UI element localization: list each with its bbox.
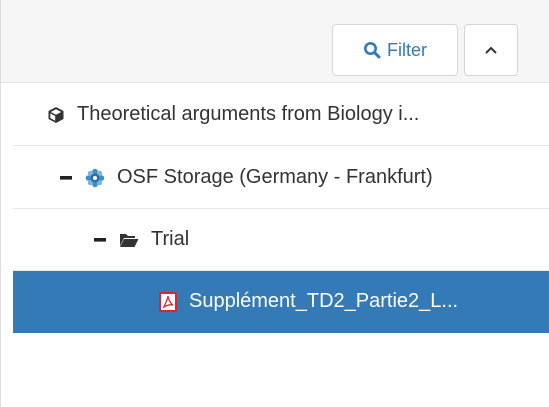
- collapse-storage-toggle[interactable]: [59, 175, 73, 180]
- tree-row-file[interactable]: Supplément_TD2_Partie2_L...: [13, 271, 549, 333]
- tree-row-folder[interactable]: Trial: [13, 209, 549, 271]
- filter-button-label: Filter: [387, 39, 427, 60]
- folder-label: Trial: [151, 228, 190, 250]
- storage-label: OSF Storage (Germany - Frankfurt): [117, 166, 433, 188]
- folder-open-icon: [119, 232, 139, 248]
- file-label: Supplément_TD2_Partie2_L...: [189, 290, 459, 312]
- collapse-folder-toggle[interactable]: [93, 237, 107, 242]
- search-icon: [363, 41, 381, 59]
- file-tree-panel: Filter Theoretical arguments from Biolog…: [0, 0, 549, 407]
- tree-row-project[interactable]: Theoretical arguments from Biology i...: [13, 84, 549, 146]
- collapse-button[interactable]: [464, 24, 518, 76]
- storage-gear-icon: [85, 168, 105, 188]
- tree-row-storage[interactable]: OSF Storage (Germany - Frankfurt): [13, 147, 549, 209]
- project-title: Theoretical arguments from Biology i...: [77, 103, 420, 125]
- cube-icon: [47, 106, 65, 124]
- tree-toolbar: Filter: [1, 0, 549, 83]
- chevron-up-icon: [484, 45, 498, 55]
- filter-button[interactable]: Filter: [332, 24, 458, 76]
- pdf-file-icon: [159, 291, 177, 312]
